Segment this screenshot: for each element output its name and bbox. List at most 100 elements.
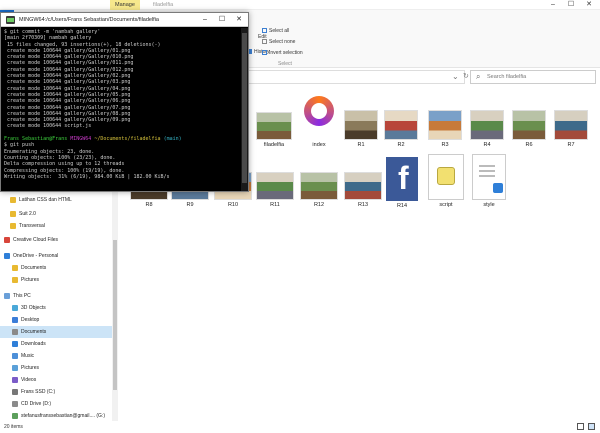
mintty-icon [6, 16, 15, 24]
folder-icon [10, 223, 16, 229]
file-label: R1 [357, 142, 365, 148]
refresh-icon[interactable]: ↻ [463, 70, 469, 84]
terminal-line: Writing objects: 31% (6/19), 984.00 KiB … [4, 173, 170, 180]
file-label: R6 [525, 142, 533, 148]
window-title: filadelfia [153, 2, 174, 8]
folder-icon [12, 265, 18, 271]
image-thumbnail [428, 110, 462, 140]
sidebar-item-label: OneDrive - Personal [13, 253, 59, 259]
invert-selection-button[interactable]: Invert selection [262, 50, 303, 56]
large-icons-view-icon[interactable] [588, 423, 595, 430]
terminal-titlebar[interactable]: MINGW64:/c/Users/Frans Sebastian/Documen… [1, 13, 248, 27]
sidebar-item[interactable]: CD Drive (D:) [0, 398, 116, 410]
file-label: script [439, 202, 453, 208]
sidebar-item-label: Creative Cloud Files [13, 237, 59, 243]
sidebar-item-label: This PC [13, 293, 31, 299]
file-label: R2 [397, 142, 405, 148]
select-all-icon [262, 28, 267, 34]
terminal-minimize-icon[interactable]: – [197, 13, 213, 27]
terminal-close-icon[interactable]: ✕ [231, 13, 247, 27]
documents-icon [12, 329, 18, 335]
details-view-icon[interactable] [577, 423, 584, 430]
select-none-icon [262, 39, 267, 45]
drive-icon [12, 389, 18, 395]
image-thumbnail [344, 110, 378, 140]
terminal-maximize-icon[interactable]: ☐ [214, 13, 230, 27]
file-label: R7 [567, 142, 575, 148]
drive-icon [12, 413, 18, 419]
sidebar-item-label: Pictures [21, 365, 40, 371]
select-none-button[interactable]: Select none [262, 39, 295, 45]
image-thumbnail [344, 172, 382, 200]
folder-icon [12, 277, 18, 283]
sidebar-item[interactable]: Pictures [0, 362, 116, 374]
file-label: R10 [227, 202, 239, 208]
avast-browser-icon [300, 94, 338, 140]
file-label: R13 [357, 202, 369, 208]
invert-selection-icon [262, 50, 267, 56]
search-input[interactable]: ⌕ Search filadelfia [470, 70, 596, 84]
file-label: R9 [186, 202, 194, 208]
sidebar-item[interactable]: Documents [0, 326, 116, 338]
close-icon[interactable]: ✕ [580, 0, 598, 10]
image-thumbnail [554, 110, 588, 140]
sidebar-item[interactable]: Frans SSD (C:) [0, 386, 116, 398]
explorer-titlebar: Manage filadelfia – ☐ ✕ [0, 0, 600, 10]
music-icon [12, 353, 18, 359]
file-label: filadelfia [263, 142, 285, 148]
cd-drive-icon [12, 401, 18, 407]
sidebar-item[interactable]: Pictures [0, 274, 116, 286]
file-label: R11 [270, 202, 280, 208]
sidebar-item[interactable]: Documents [0, 262, 116, 274]
navigation-scrollbar-thumb[interactable] [113, 240, 117, 390]
downloads-icon [12, 341, 18, 347]
terminal-scrollbar-thumb[interactable] [242, 33, 247, 183]
file-label: R4 [483, 142, 491, 148]
sidebar-item[interactable]: OneDrive - Personal [0, 250, 116, 262]
image-thumbnail [256, 112, 292, 140]
sidebar-item[interactable]: Downloads [0, 338, 116, 350]
sidebar-item[interactable]: 3D Objects [0, 302, 116, 314]
sidebar-item-label: Frans SSD (C:) [21, 389, 56, 395]
image-thumbnail [512, 110, 546, 140]
maximize-icon[interactable]: ☐ [562, 0, 580, 10]
minimize-icon[interactable]: – [544, 0, 562, 10]
image-thumbnail [470, 110, 504, 140]
file-label: R14 [396, 203, 408, 209]
pictures-icon [12, 365, 18, 371]
sidebar-item-label: Videos [21, 377, 37, 383]
sidebar-item-label: Documents [21, 329, 47, 335]
sidebar-item[interactable]: Music [0, 350, 116, 362]
file-label: R8 [145, 202, 153, 208]
sidebar-item[interactable]: Transversal [0, 220, 116, 232]
manage-tab[interactable]: Manage [110, 0, 140, 10]
js-file-icon [428, 154, 464, 200]
creative-cloud-icon [4, 237, 10, 243]
onedrive-icon [4, 253, 10, 259]
terminal-window[interactable]: MINGW64:/c/Users/Frans Sebastian/Documen… [0, 12, 249, 192]
image-thumbnail [300, 172, 338, 200]
3d-objects-icon [12, 305, 18, 311]
terminal-output[interactable]: $ git commit -m 'nambah gallery' [main 2f… [4, 29, 240, 191]
address-dropdown-icon[interactable]: ⌄ [452, 70, 459, 84]
sidebar-item[interactable]: Suit 2.0 [0, 208, 116, 220]
select-all-button[interactable]: Select all [262, 28, 289, 34]
sidebar-item[interactable]: This PC [0, 290, 116, 302]
this-pc-icon [4, 293, 10, 299]
folder-icon [10, 197, 16, 203]
sidebar-item-label: Downloads [21, 341, 46, 347]
select-group-label: Select [278, 61, 292, 67]
sidebar-item[interactable]: Creative Cloud Files [0, 234, 116, 246]
item-count: 20 items [4, 424, 23, 430]
sidebar-item-label: 3D Objects [21, 305, 46, 311]
file-label: R3 [441, 142, 449, 148]
sidebar-item[interactable]: Videos [0, 374, 116, 386]
image-thumbnail [384, 110, 418, 140]
navigation-pane: Latihan CSS dan HTML Suit 2.0 Transversal C… [0, 190, 118, 422]
videos-icon [12, 377, 18, 383]
sidebar-item-label: Pictures [21, 277, 40, 283]
sidebar-item[interactable]: Desktop [0, 314, 116, 326]
sidebar-item-label: Desktop [21, 317, 40, 323]
css-file-icon [472, 154, 506, 200]
sidebar-item[interactable]: Latihan CSS dan HTML [0, 194, 116, 206]
